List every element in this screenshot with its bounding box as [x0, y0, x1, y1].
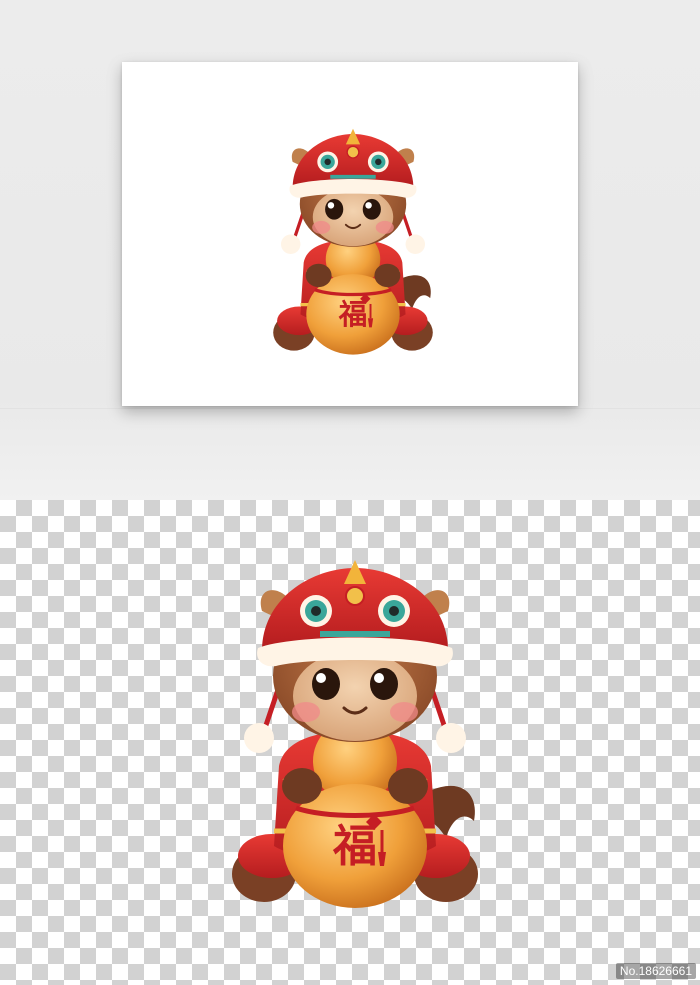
fu-character-large: 福: [332, 821, 377, 872]
image-id-watermark: No.18626661: [615, 963, 696, 979]
mascot-preview-image: 福: [271, 126, 435, 357]
floor-line: [0, 408, 700, 409]
fu-character-small: 福: [338, 298, 368, 331]
mascot-transparent-image: 福: [224, 556, 486, 913]
